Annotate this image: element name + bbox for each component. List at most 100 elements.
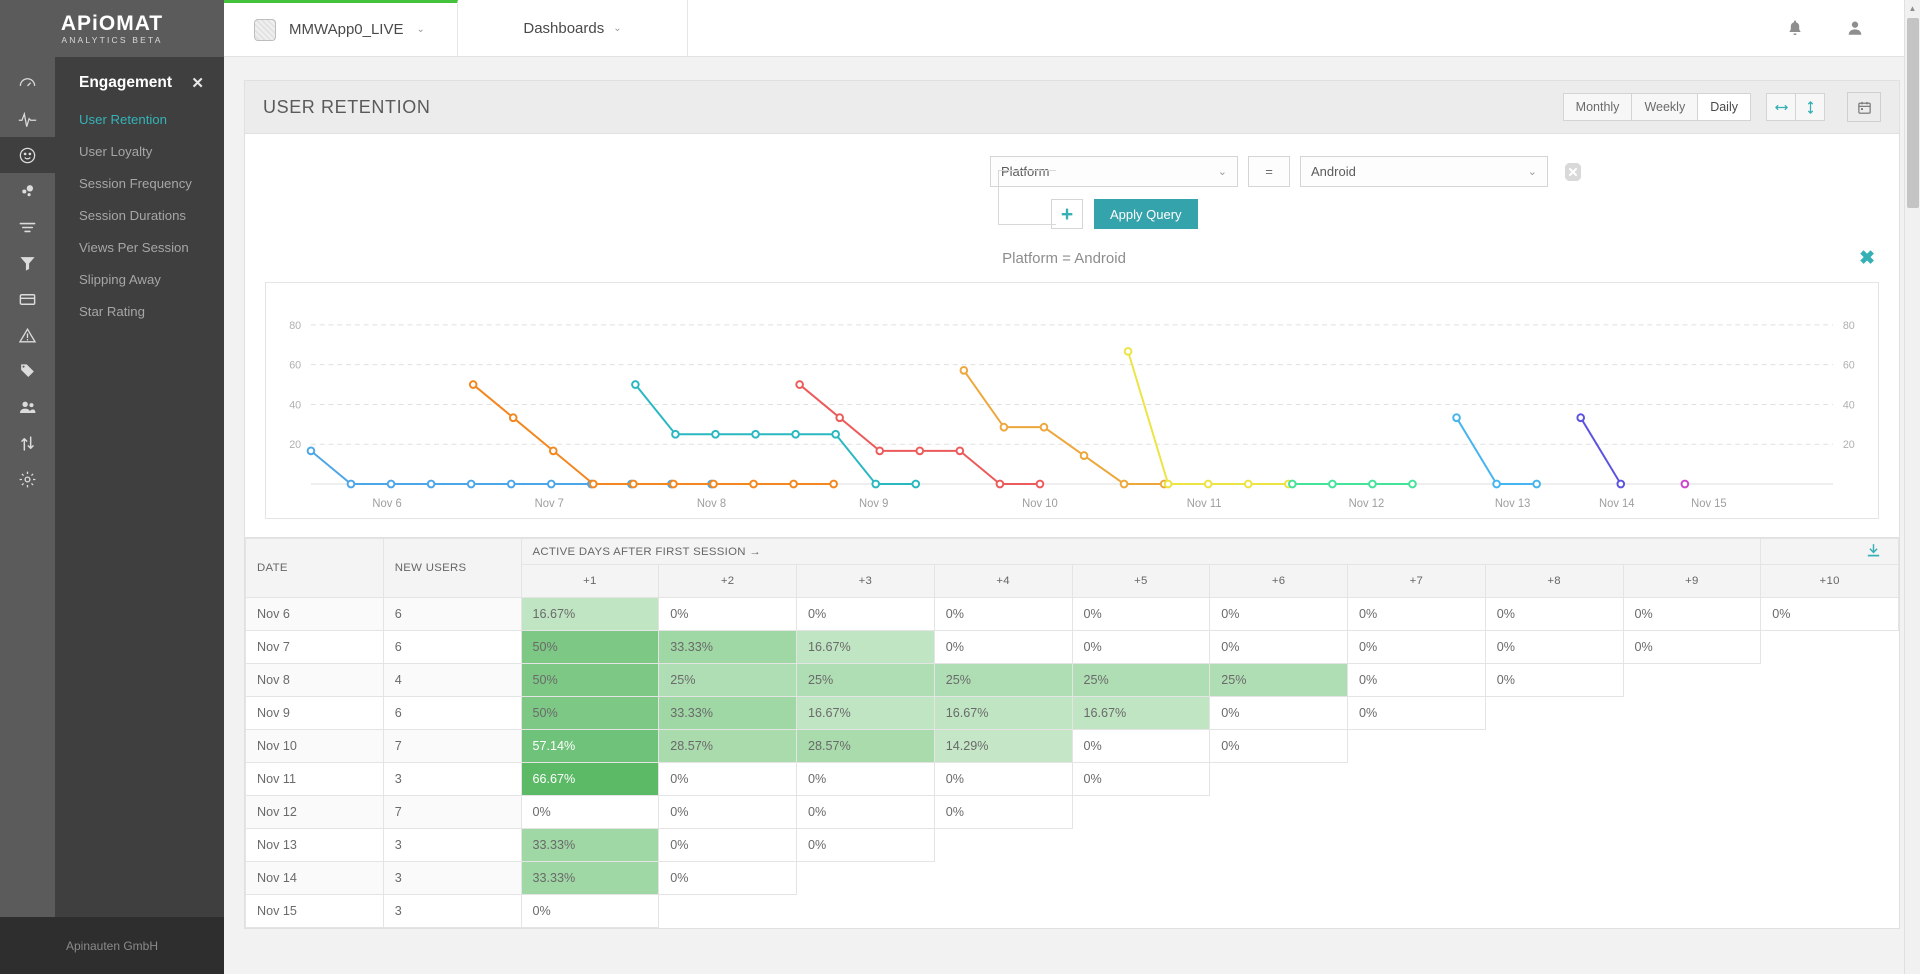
column-header-active-days: ACTIVE DAYS AFTER FIRST SESSION → (521, 539, 1761, 565)
close-icon[interactable]: ✕ (191, 76, 204, 91)
apply-query-button[interactable]: Apply Query (1094, 199, 1198, 229)
cell-empty (1623, 829, 1761, 862)
granularity-weekly[interactable]: Weekly (1631, 93, 1698, 121)
cell-retention: 0% (659, 763, 797, 796)
tags-icon[interactable] (0, 353, 55, 389)
sliders-icon[interactable] (0, 209, 55, 245)
scrollbar-thumb[interactable] (1907, 18, 1919, 208)
cell-empty (1485, 895, 1623, 928)
cell-empty (934, 895, 1072, 928)
dashboard-gauge-icon[interactable] (0, 65, 55, 101)
sidebar-item-session-durations[interactable]: Session Durations (55, 200, 224, 232)
query-operator[interactable]: = (1248, 156, 1290, 187)
pulse-icon[interactable] (0, 101, 55, 137)
cell-empty (1485, 697, 1623, 730)
sidebar-item-user-loyalty[interactable]: User Loyalty (55, 136, 224, 168)
cell-retention: 0% (659, 862, 797, 895)
cell-retention: 0% (659, 829, 797, 862)
cell-retention: 16.67% (797, 697, 935, 730)
cell-retention: 0% (1623, 598, 1761, 631)
table-head: DATE NEW USERS ACTIVE DAYS AFTER FIRST S… (246, 539, 1899, 598)
granularity-monthly[interactable]: Monthly (1563, 93, 1633, 121)
cell-date: Nov 13 (246, 829, 384, 862)
cell-date: Nov 15 (246, 895, 384, 928)
cell-empty (1623, 862, 1761, 895)
cell-new-users: 4 (383, 664, 521, 697)
query-value-text: Android (1311, 164, 1356, 179)
column-header-day-+3: +3 (797, 565, 935, 598)
cell-empty (1761, 631, 1899, 664)
sidebar-item-session-frequency[interactable]: Session Frequency (55, 168, 224, 200)
cell-empty (1072, 796, 1210, 829)
svg-text:Nov 8: Nov 8 (697, 498, 726, 510)
download-icon[interactable] (1865, 542, 1882, 559)
table-row: Nov 9650%33.33%16.67%16.67%16.67%0%0% (246, 697, 1899, 730)
smiley-engagement-icon[interactable] (0, 137, 55, 173)
tab-dashboards-label: Dashboards (523, 20, 604, 37)
svg-text:Nov 6: Nov 6 (372, 498, 401, 510)
cell-date: Nov 14 (246, 862, 384, 895)
cell-retention: 16.67% (1072, 697, 1210, 730)
horizontal-arrows-icon[interactable] (1766, 93, 1796, 121)
sidebar-item-label: Session Durations (79, 208, 186, 223)
close-icon[interactable]: ✖ (1859, 249, 1875, 268)
cell-empty (1623, 763, 1761, 796)
users-icon[interactable] (0, 389, 55, 425)
cell-retention: 66.67% (521, 763, 659, 796)
user-avatar-icon[interactable] (1846, 19, 1864, 37)
cell-retention: 0% (934, 631, 1072, 664)
remove-condition-icon[interactable] (1560, 159, 1586, 185)
query-value-select[interactable]: Android ⌄ (1300, 156, 1548, 187)
cell-empty (1485, 730, 1623, 763)
cell-new-users: 7 (383, 730, 521, 763)
query-bracket (998, 170, 1056, 225)
bubbles-icon[interactable] (0, 173, 55, 209)
cell-retention: 0% (934, 763, 1072, 796)
cell-new-users: 3 (383, 829, 521, 862)
query-builder: Platform ⌄ = Android ⌄ + Apply Query (245, 134, 1899, 241)
cell-empty (1348, 829, 1486, 862)
cell-retention: 25% (659, 664, 797, 697)
warning-icon[interactable] (0, 317, 55, 353)
cell-date: Nov 10 (246, 730, 384, 763)
cell-empty (1210, 895, 1348, 928)
calendar-icon[interactable] (1847, 92, 1881, 122)
card-icon[interactable] (0, 281, 55, 317)
bell-icon[interactable] (1786, 19, 1804, 37)
tab-dashboards[interactable]: Dashboards ⌄ (458, 0, 688, 56)
sidebar-item-views-per-session[interactable]: Views Per Session (55, 232, 224, 264)
cell-empty (1623, 895, 1761, 928)
column-header-day-+10: +10 (1761, 565, 1899, 598)
cell-date: Nov 11 (246, 763, 384, 796)
scroll-up-icon[interactable]: ▲ (1905, 0, 1920, 17)
brand-header: A⁠PiOMAT ANALYTICS BETA (0, 0, 224, 57)
cell-new-users: 3 (383, 862, 521, 895)
sidebar-item-star-rating[interactable]: Star Rating (55, 296, 224, 328)
transfer-icon[interactable] (0, 425, 55, 461)
cell-retention: 0% (1485, 598, 1623, 631)
cell-retention: 25% (1072, 664, 1210, 697)
vertical-scrollbar[interactable]: ▲ (1904, 0, 1920, 974)
sidebar-item-slipping-away[interactable]: Slipping Away (55, 264, 224, 296)
cell-retention: 57.14% (521, 730, 659, 763)
svg-text:60: 60 (289, 360, 301, 372)
table-body: Nov 6616.67%0%0%0%0%0%0%0%0%0%Nov 7650%3… (246, 598, 1899, 928)
gear-icon[interactable] (0, 461, 55, 497)
tab-app[interactable]: MMWApp0_LIVE ⌄ (224, 0, 458, 56)
funnel-icon[interactable] (0, 245, 55, 281)
sidebar-item-user-retention[interactable]: User Retention (55, 104, 224, 136)
svg-text:40: 40 (1843, 399, 1855, 411)
cell-retention: 0% (1210, 631, 1348, 664)
column-header-new-users: NEW USERS (383, 539, 521, 598)
cell-retention: 50% (521, 631, 659, 664)
cell-empty (1348, 862, 1486, 895)
granularity-daily[interactable]: Daily (1697, 93, 1751, 121)
column-header-day-+2: +2 (659, 565, 797, 598)
cell-retention: 0% (1485, 631, 1623, 664)
submenu-title: Engagement (79, 74, 172, 92)
cell-empty (1761, 697, 1899, 730)
vertical-arrows-icon[interactable] (1795, 93, 1825, 121)
cell-empty (1761, 895, 1899, 928)
cell-retention: 0% (1623, 631, 1761, 664)
cell-empty (1210, 763, 1348, 796)
